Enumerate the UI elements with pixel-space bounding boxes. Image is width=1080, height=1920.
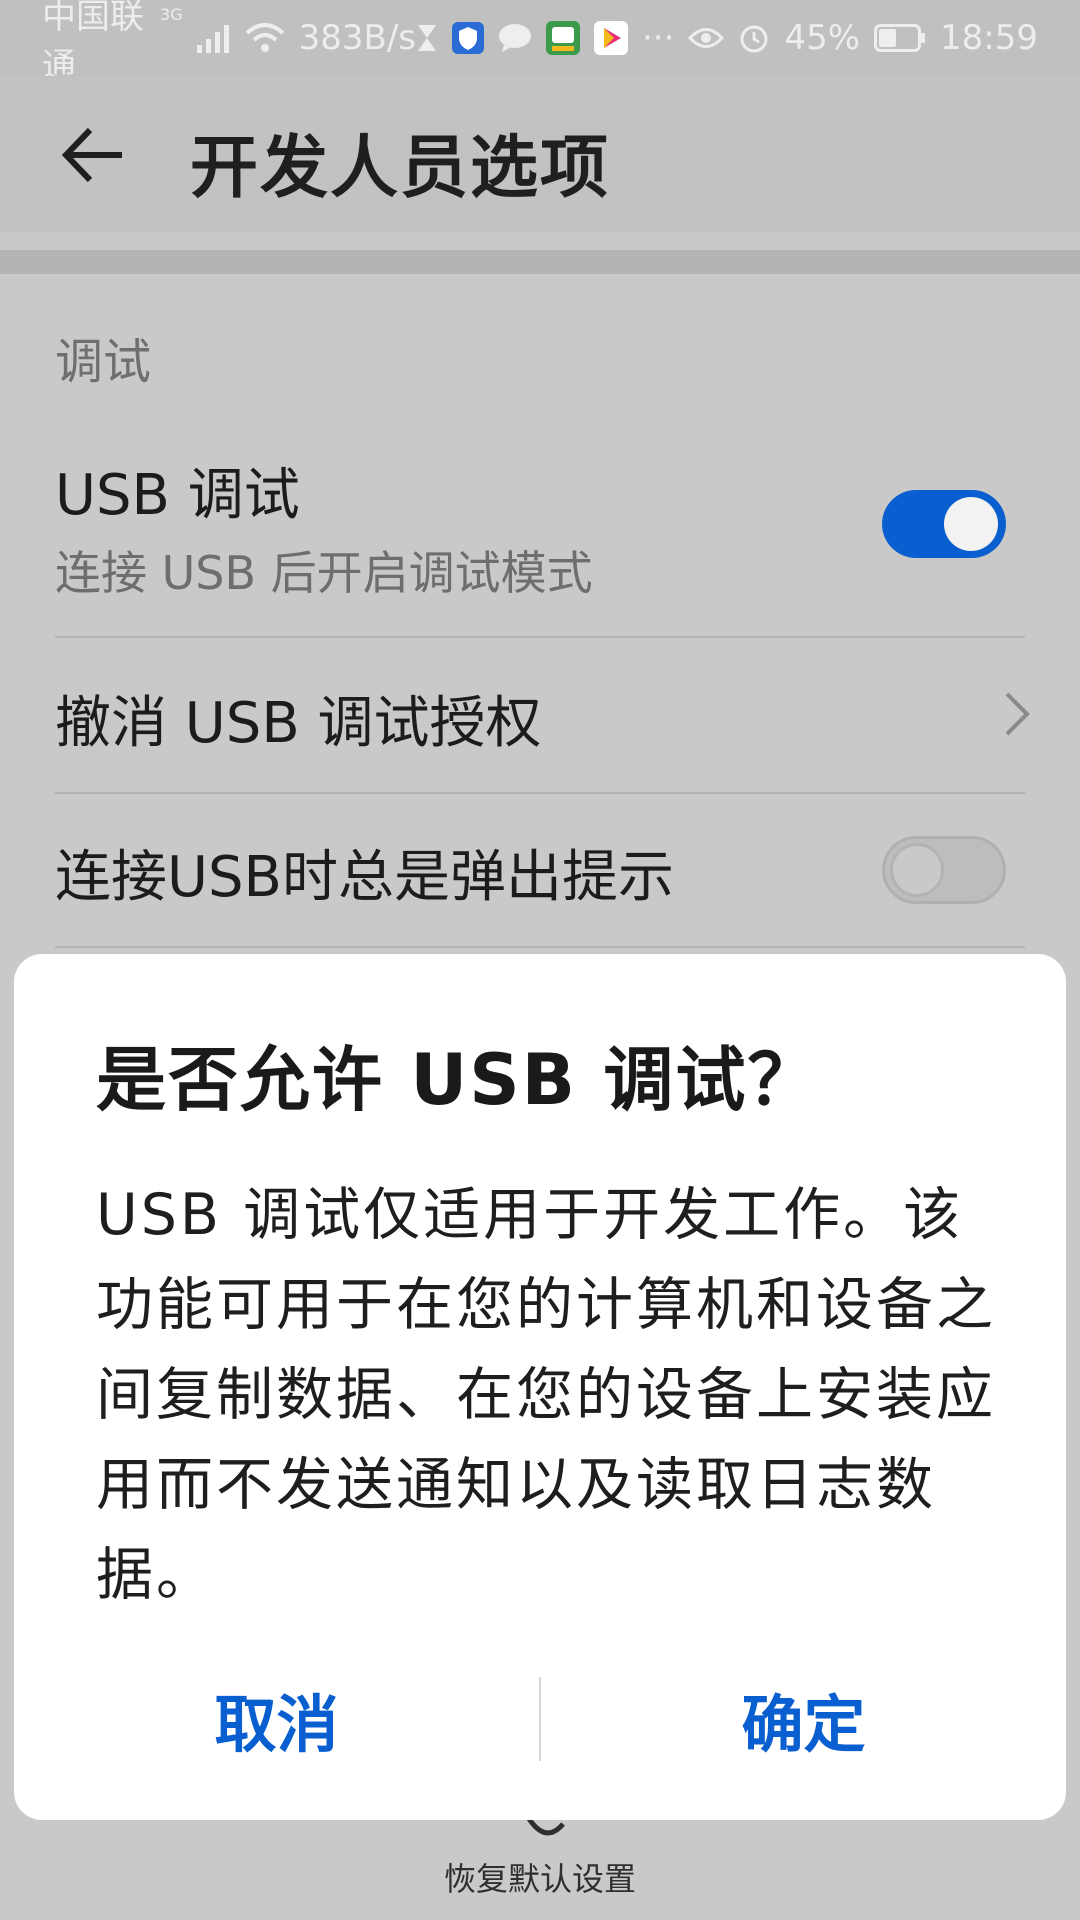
revoke-usb-auth-row[interactable]: 撤消 USB 调试授权 [55,678,1025,759]
dialog-button-bar: 取消 确定 [14,1674,1066,1764]
usb-debugging-subtitle: 连接 USB 后开启调试模式 [55,546,593,600]
header-divider [0,250,1080,274]
restore-defaults-label: 恢复默认设置 [443,1860,636,1898]
security-shield-icon [452,22,484,54]
cancel-button[interactable]: 取消 [14,1674,539,1764]
list-divider [55,636,1025,638]
list-divider [55,946,1025,948]
more-notifications-icon: ··· [642,18,675,58]
app-bar: 开发人员选项 [0,76,1080,232]
list-divider [55,792,1025,794]
battery-icon [874,24,926,52]
usb-prompt-row[interactable]: 连接USB时总是弹出提示 [55,832,1025,913]
toggle-knob [890,843,944,897]
dialog-title: 是否允许 USB 调试？ [96,1039,820,1121]
usb-prompt-title: 连接USB时总是弹出提示 [55,845,674,910]
revoke-usb-auth-title: 撤消 USB 调试授权 [55,691,542,756]
section-header-debugging: 调试 [55,334,152,390]
qu-app-icon [546,21,580,55]
eye-icon [688,25,725,51]
chevron-right-icon [999,690,1035,738]
hourglass-icon [416,23,438,53]
usb-debugging-toggle[interactable] [882,490,1006,558]
video-app-icon [594,21,628,55]
message-bubble-icon [498,23,532,53]
page-title: 开发人员选项 [190,129,611,208]
confirm-button[interactable]: 确定 [541,1674,1066,1764]
back-arrow-icon[interactable] [58,120,128,190]
usb-debugging-row[interactable]: USB 调试 连接 USB 后开启调试模式 [55,450,1025,603]
usb-prompt-toggle[interactable] [882,836,1006,904]
battery-percent: 45% [784,18,861,58]
alarm-icon [738,22,770,54]
dialog-message: USB 调试仅适用于开发工作。该功能可用于在您的计算机和设备之间复制数据、在您的… [96,1182,996,1608]
usb-debugging-dialog: 是否允许 USB 调试？ USB 调试仅适用于开发工作。该功能可用于在您的计算机… [14,954,1066,1820]
carrier-label: 中国联通 [42,0,144,86]
signal-icon [196,23,231,53]
status-bar: 中国联通 3G 383B/s ··· 45% 18:59 [0,0,1080,86]
usb-debugging-title: USB 调试 [55,463,300,528]
toggle-knob [944,497,998,551]
wifi-icon [245,23,285,53]
network-speed-label: 383B/s [298,18,416,58]
network-type-label: 3G [160,5,183,24]
clock-time: 18:59 [940,18,1038,58]
